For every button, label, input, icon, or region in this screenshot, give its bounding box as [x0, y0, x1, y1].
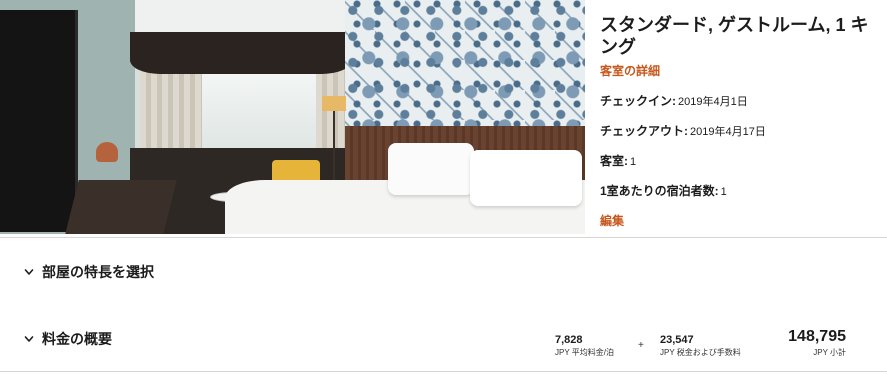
- room-details-link[interactable]: 客室の詳細: [600, 62, 882, 79]
- photo-tv: [0, 10, 78, 232]
- photo-floor-lamp-shade: [322, 96, 346, 111]
- average-rate-value: 7,828: [555, 334, 583, 346]
- rooms-label: 客室:: [600, 154, 628, 168]
- room-photo: [0, 0, 585, 234]
- room-details-panel: スタンダード, ゲストルーム, 1 キング 客室の詳細 チェックイン: 2019年…: [600, 14, 882, 229]
- room-title: スタンダード, ゲストルーム, 1 キング: [600, 15, 869, 57]
- photo-desk-lamp: [96, 142, 118, 162]
- features-accordion-label: 部屋の特長を選択: [42, 264, 154, 280]
- chevron-down-icon: [24, 336, 34, 342]
- subtotal-value: 148,795: [788, 328, 846, 345]
- divider: [0, 302, 887, 303]
- checkout-value: 2019年4月17日: [690, 126, 766, 138]
- checkin-value: 2019年4月1日: [678, 96, 748, 108]
- photo-pillow: [470, 150, 582, 206]
- checkin-row: チェックイン: 2019年4月1日: [600, 92, 882, 109]
- subtotal: 148,795 JPY 小計: [770, 328, 846, 358]
- divider: [0, 237, 887, 238]
- checkout-row: チェックアウト: 2019年4月17日: [600, 122, 882, 139]
- taxes-and-fees: 23,547 JPY 税金および手数料: [660, 334, 770, 358]
- guests-value: 1: [720, 186, 727, 198]
- edit-link[interactable]: 編集: [600, 212, 882, 229]
- pricing-accordion-toggle[interactable]: 料金の概要: [24, 329, 112, 349]
- photo-desk: [65, 180, 177, 234]
- chevron-down-icon: [24, 269, 34, 275]
- subtotal-label: JPY 小計: [813, 348, 846, 357]
- average-rate: 7,828 JPY 平均料金/泊: [545, 334, 621, 358]
- features-accordion-toggle[interactable]: 部屋の特長を選択: [24, 262, 154, 282]
- photo-valance: [130, 32, 352, 74]
- guests-row: 1室あたりの宿泊者数: 1: [600, 182, 882, 199]
- divider: [0, 371, 887, 372]
- rooms-value: 1: [630, 156, 637, 168]
- pricing-accordion-label: 料金の概要: [42, 331, 112, 347]
- checkout-label: チェックアウト:: [600, 124, 688, 138]
- photo-pillow: [388, 143, 474, 195]
- guests-label: 1室あたりの宿泊者数:: [600, 184, 719, 198]
- rooms-row: 客室: 1: [600, 152, 882, 169]
- photo-floor-lamp-pole: [333, 110, 335, 190]
- taxes-value: 23,547: [660, 334, 694, 346]
- average-rate-label: JPY 平均料金/泊: [555, 348, 614, 357]
- taxes-label: JPY 税金および手数料: [660, 348, 741, 357]
- photo-wallpaper: [345, 0, 585, 128]
- plus-sign: +: [638, 340, 644, 351]
- checkin-label: チェックイン:: [600, 94, 676, 108]
